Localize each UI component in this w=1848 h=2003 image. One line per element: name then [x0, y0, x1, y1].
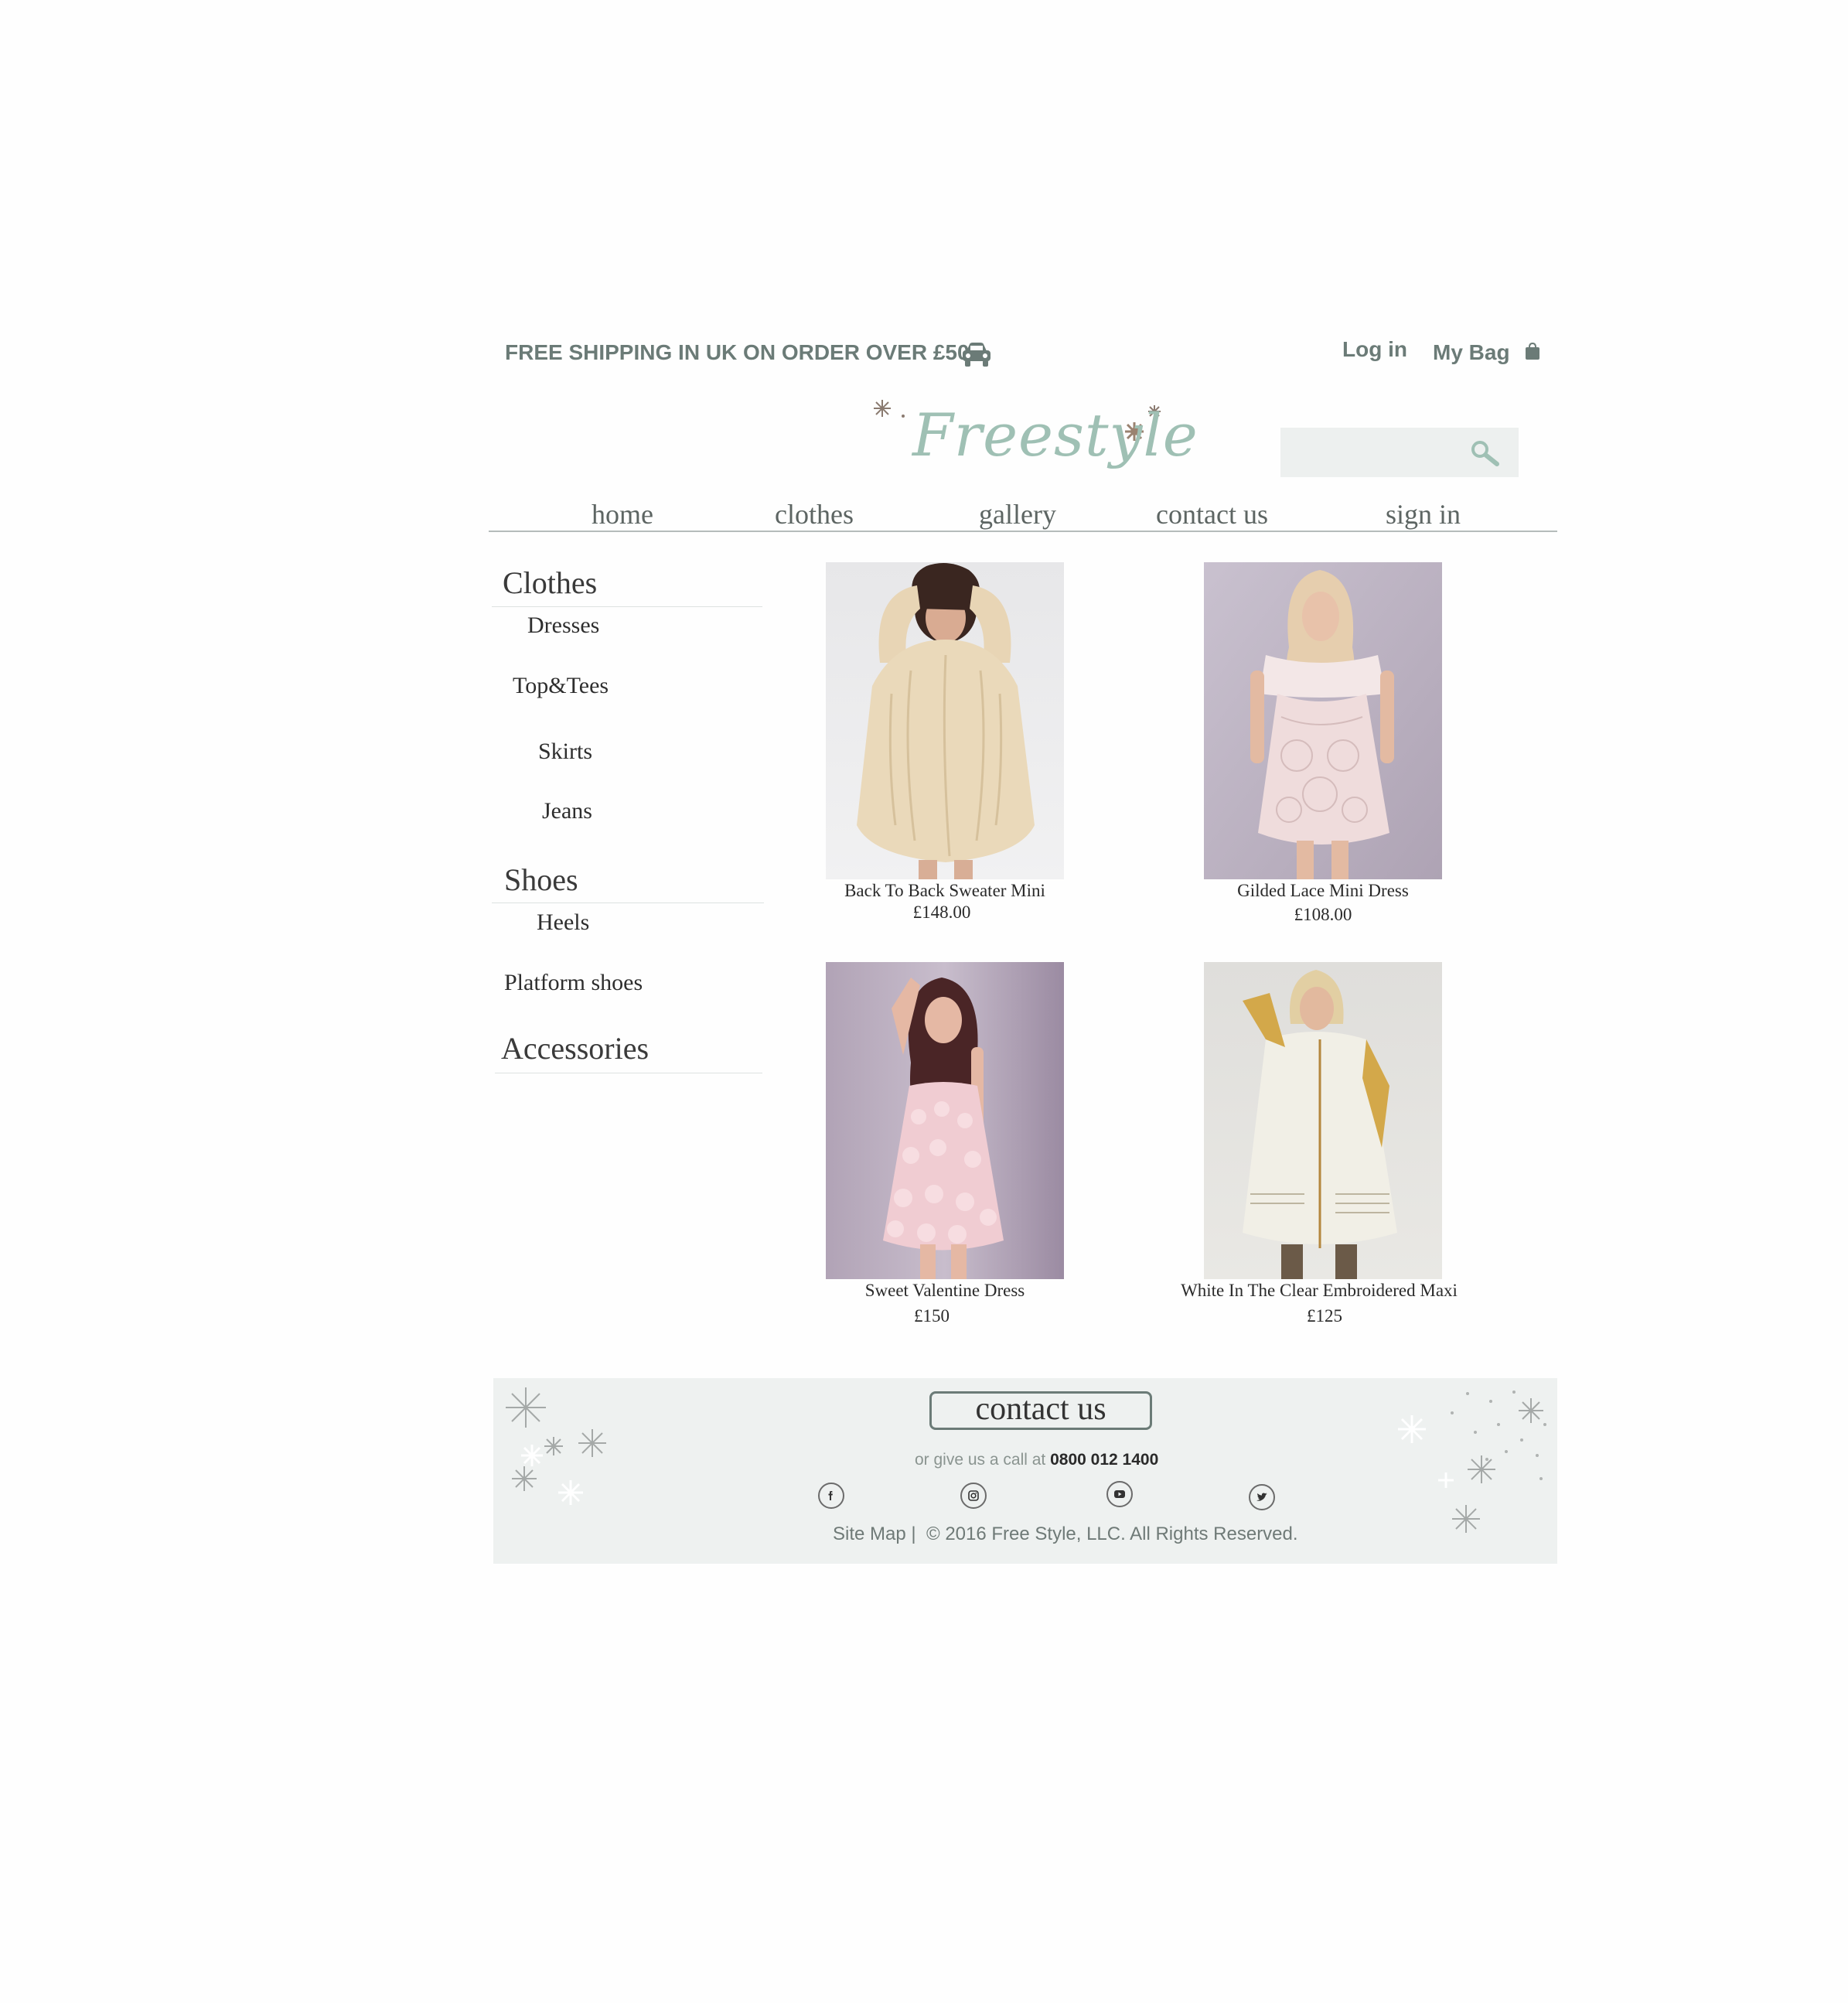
login-link[interactable]: Log in: [1342, 337, 1407, 362]
site-map-link[interactable]: Site Map: [833, 1524, 906, 1544]
product-price: £108.00: [1294, 905, 1352, 924]
nav-clothes[interactable]: clothes: [775, 498, 854, 531]
nav-divider: [489, 531, 1557, 532]
product-price: £125: [1307, 1306, 1342, 1326]
sidebar-item-dresses[interactable]: Dresses: [527, 613, 599, 639]
nav-home[interactable]: home: [592, 498, 653, 531]
product-image[interactable]: [826, 562, 1064, 879]
nav-contact-us[interactable]: contact us: [1156, 498, 1268, 531]
sidebar-item-platform-shoes[interactable]: Platform shoes: [504, 970, 643, 996]
nav-sign-in[interactable]: sign in: [1386, 498, 1461, 531]
product-image[interactable]: [1204, 562, 1442, 879]
instagram-icon[interactable]: [960, 1483, 987, 1509]
logo-text: Freestyle: [912, 401, 1198, 469]
facebook-icon[interactable]: [818, 1483, 844, 1509]
copyright-text: © 2016 Free Style, LLC. All Rights Reser…: [926, 1524, 1298, 1544]
product-name[interactable]: Sweet Valentine Dress: [826, 1281, 1064, 1301]
product-name[interactable]: Back To Back Sweater Mini: [795, 881, 1095, 901]
phone-number[interactable]: 0800 012 1400: [1050, 1451, 1158, 1469]
sidebar-item-jeans[interactable]: Jeans: [542, 798, 592, 824]
youtube-icon[interactable]: [1106, 1481, 1133, 1507]
product-name[interactable]: White In The Clear Embroidered Maxi: [1149, 1281, 1489, 1301]
search-input[interactable]: [1280, 428, 1466, 477]
nav-gallery[interactable]: gallery: [979, 498, 1056, 531]
site-logo[interactable]: Freestyle: [866, 393, 1198, 486]
product-price: £150: [914, 1306, 950, 1326]
product-image[interactable]: [826, 962, 1064, 1279]
footer-separator: |: [911, 1524, 916, 1544]
sidebar-heading-accessories[interactable]: Accessories: [501, 1030, 649, 1066]
search-icon[interactable]: [1469, 439, 1502, 467]
product-price: £148.00: [912, 903, 971, 922]
car-icon: [963, 343, 990, 367]
sidebar-item-heels[interactable]: Heels: [537, 909, 589, 936]
twitter-icon[interactable]: [1249, 1484, 1275, 1510]
my-bag-link[interactable]: My Bag: [1433, 340, 1510, 365]
sidebar-heading-shoes[interactable]: Shoes: [504, 862, 578, 898]
free-shipping-banner: FREE SHIPPING IN UK ON ORDER OVER £50: [505, 340, 970, 364]
sidebar-heading-clothes[interactable]: Clothes: [503, 565, 597, 601]
product-image[interactable]: [1204, 962, 1442, 1279]
call-prefix: or give us a call at: [915, 1451, 1046, 1469]
sidebar-item-top-tees[interactable]: Top&Tees: [513, 673, 609, 699]
sidebar-item-skirts[interactable]: Skirts: [538, 739, 592, 765]
shopping-bag-icon[interactable]: [1524, 342, 1541, 360]
call-info: or give us a call at 0800 012 1400: [915, 1451, 1158, 1469]
footer-links: Site Map | © 2016 Free Style, LLC. All R…: [833, 1524, 1298, 1545]
product-name[interactable]: Gilded Lace Mini Dress: [1153, 881, 1493, 901]
contact-us-button[interactable]: contact us: [929, 1391, 1152, 1430]
sidebar-divider: [492, 606, 762, 607]
